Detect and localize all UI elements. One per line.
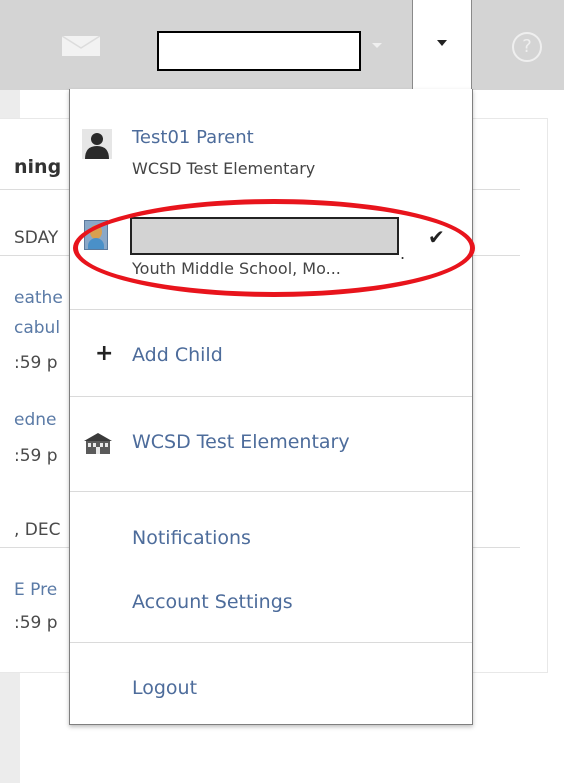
due-time: :59 p — [14, 353, 58, 373]
logout-link[interactable]: Logout — [132, 677, 197, 699]
highlight-ellipse — [73, 199, 475, 297]
user-dropdown-menu: Test01 Parent WCSD Test Elementary . ✔ Y… — [69, 89, 473, 725]
account-selector-redacted[interactable] — [157, 31, 361, 71]
assignment-link[interactable]: eathe — [14, 288, 63, 308]
caret-down-icon — [437, 40, 447, 46]
assignment-link[interactable]: edne — [14, 410, 56, 430]
divider — [70, 396, 472, 397]
school-link[interactable]: WCSD Test Elementary — [132, 431, 350, 453]
help-icon[interactable]: ? — [512, 32, 542, 62]
account-settings-link[interactable]: Account Settings — [132, 591, 293, 613]
top-bar: ? — [0, 0, 564, 90]
user-menu-toggle-button[interactable] — [412, 0, 472, 90]
profile-name-link[interactable]: Test01 Parent — [132, 127, 254, 148]
person-icon — [82, 129, 112, 159]
divider — [70, 309, 472, 310]
notifications-link[interactable]: Notifications — [132, 527, 251, 549]
envelope-icon[interactable] — [62, 36, 100, 56]
chevron-down-icon[interactable] — [372, 43, 382, 48]
school-building-icon — [84, 433, 112, 454]
profile-school: WCSD Test Elementary — [132, 159, 316, 178]
divider — [70, 642, 472, 643]
due-time: :59 p — [14, 613, 58, 633]
due-time: :59 p — [14, 446, 58, 466]
divider — [70, 491, 472, 492]
add-child-link[interactable]: Add Child — [132, 344, 223, 366]
day-header: SDAY — [14, 228, 59, 248]
day-header: , DEC — [14, 520, 61, 540]
plus-icon: + — [95, 341, 114, 366]
assignment-link[interactable]: E Pre — [14, 580, 57, 600]
panel-heading: ning — [14, 156, 62, 178]
assignment-link[interactable]: cabul — [14, 318, 60, 338]
